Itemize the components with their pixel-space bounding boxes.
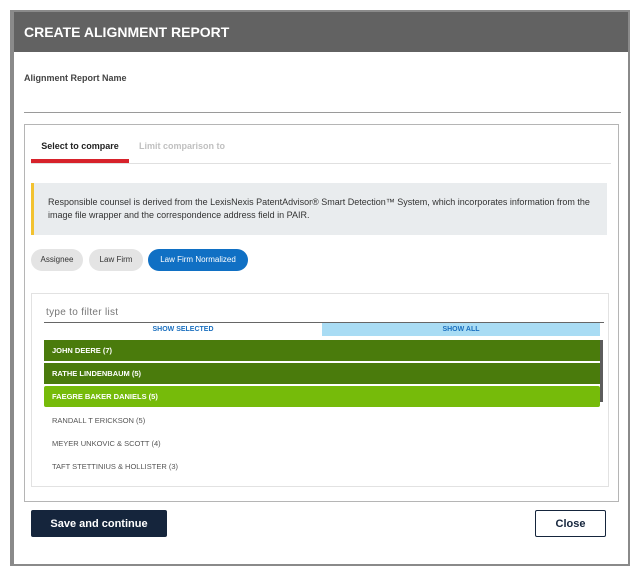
dialog-title: CREATE ALIGNMENT REPORT	[24, 24, 230, 40]
firm-list: JOHN DEERE (7) RATHE LINDENBAUM (5) FAEG…	[44, 340, 600, 479]
list-item[interactable]: JOHN DEERE (7)	[44, 340, 600, 361]
tab-bar: Select to compare Limit comparison to	[31, 135, 611, 164]
create-alignment-report-dialog: CREATE ALIGNMENT REPORT Alignment Report…	[14, 12, 628, 564]
list-item[interactable]: RANDALL T ERICKSON (5)	[44, 410, 600, 431]
filter-input[interactable]	[44, 302, 604, 323]
close-button[interactable]: Close	[535, 510, 606, 537]
list-scrollbar[interactable]	[600, 340, 603, 402]
report-name-label: Alignment Report Name	[24, 73, 127, 83]
show-selected-toggle[interactable]: SHOW SELECTED	[44, 323, 322, 336]
comparison-panel: Select to compare Limit comparison to Re…	[24, 124, 619, 502]
report-name-input[interactable]	[24, 92, 621, 113]
notice-text: Responsible counsel is derived from the …	[48, 197, 590, 220]
tab-limit-comparison-to[interactable]: Limit comparison to	[139, 135, 225, 163]
chip-law-firm[interactable]: Law Firm	[89, 249, 143, 271]
dialog-title-bar: CREATE ALIGNMENT REPORT	[14, 12, 628, 52]
list-item[interactable]: RATHE LINDENBAUM (5)	[44, 363, 600, 385]
list-item[interactable]: MEYER UNKOVIC & SCOTT (4)	[44, 433, 600, 454]
show-all-toggle[interactable]: SHOW ALL	[322, 323, 600, 336]
save-and-continue-button[interactable]: Save and continue	[31, 510, 167, 537]
list-item[interactable]: FAEGRE BAKER DANIELS (5)	[44, 386, 600, 408]
tab-select-to-compare[interactable]: Select to compare	[31, 135, 129, 163]
chip-law-firm-normalized[interactable]: Law Firm Normalized	[148, 249, 248, 271]
list-view-toggle: SHOW SELECTED SHOW ALL	[44, 323, 600, 336]
chip-assignee[interactable]: Assignee	[31, 249, 83, 271]
info-notice: Responsible counsel is derived from the …	[31, 183, 607, 235]
list-item[interactable]: TAFT STETTINIUS & HOLLISTER (3)	[44, 456, 600, 477]
firm-list-box: SHOW SELECTED SHOW ALL JOHN DEERE (7) RA…	[31, 293, 609, 487]
